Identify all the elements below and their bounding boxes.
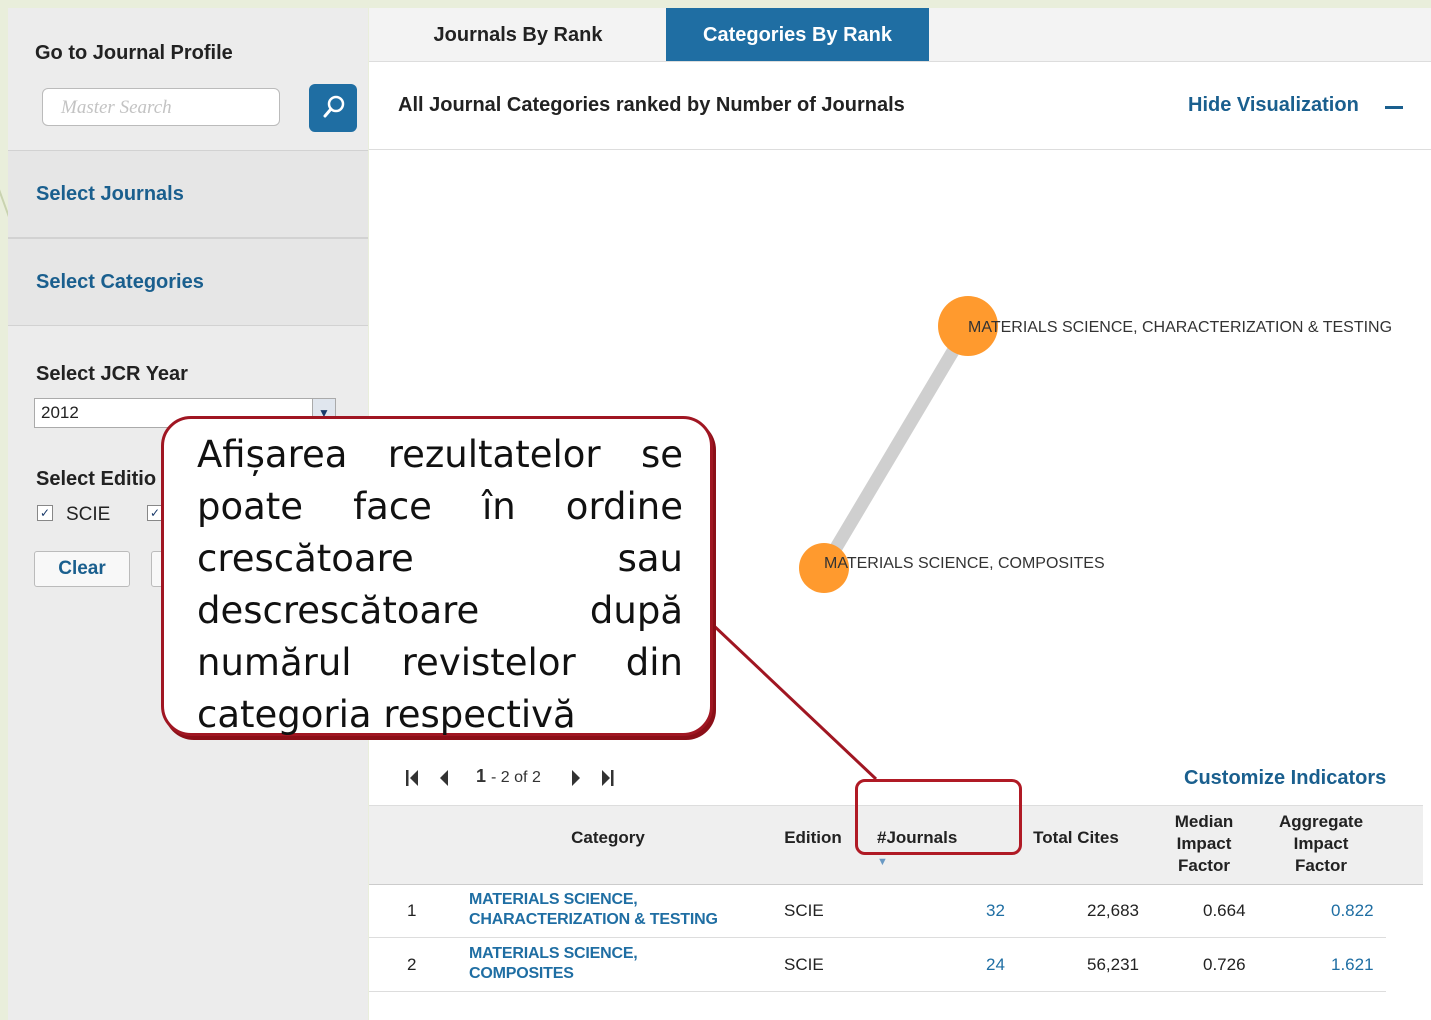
callout-text: Afișarea rezultatelor se poate face în o… [197,433,683,736]
journals-column-highlight [855,779,1022,855]
annotation-callout: Afișarea rezultatelor se poate face în o… [161,416,713,736]
